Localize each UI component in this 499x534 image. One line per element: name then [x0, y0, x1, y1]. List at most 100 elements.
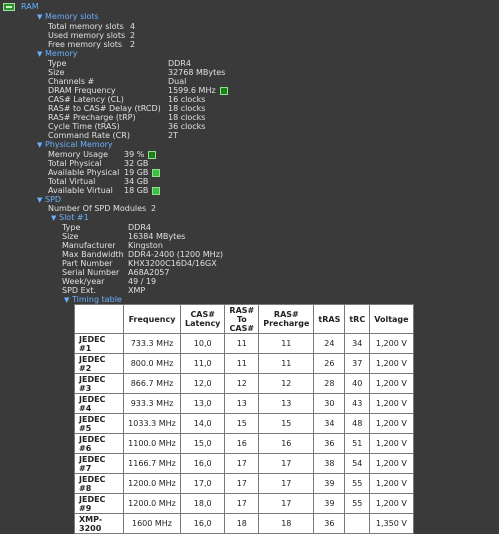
memory-slots-node[interactable]: Memory slots [45, 12, 99, 22]
table-cell: 10,0 [179, 333, 226, 354]
physical-memory-node[interactable]: Physical Memory [45, 140, 113, 150]
table-row: JEDEC #2 800.0 MHz 11,0 11 11 26 37 1,200 V [74, 353, 414, 374]
row-value: 2T [168, 131, 178, 140]
table-cell: 1,200 V [369, 333, 414, 354]
status-square-icon [148, 150, 157, 159]
table-cell: 16,0 [179, 513, 226, 534]
table-cell: 17 [224, 453, 260, 474]
table-row: JEDEC #6 1100.0 MHz 15,0 16 16 36 51 1,200 V [74, 433, 414, 454]
collapse-arrow-icon[interactable]: ▼ [37, 13, 42, 21]
table-cell: 37 [344, 353, 371, 374]
table-cell: 39 [313, 473, 346, 494]
status-square-icon [152, 168, 161, 177]
table-cell: 14,0 [179, 413, 226, 434]
available-virtual-row: Available Virtual 18 GB [0, 186, 499, 196]
row-value-text: 39 % [124, 150, 145, 159]
table-cell: 13,0 [179, 393, 226, 414]
table-cell: 24 [313, 333, 346, 354]
table-cell: 1,200 V [369, 413, 414, 434]
status-square-icon [219, 86, 228, 95]
table-cell: 1166.7 MHz [123, 453, 181, 474]
collapse-arrow-icon[interactable]: ▼ [64, 296, 69, 304]
table-cell: 28 [313, 373, 346, 394]
status-square-icon [152, 186, 161, 195]
row-value-text: 19 GB [124, 168, 149, 177]
row-value: XMP [128, 286, 146, 295]
profile-name-cell: JEDEC #4 [74, 393, 124, 414]
column-header [74, 304, 124, 334]
row-value: 18 GB [124, 186, 161, 196]
table-row: JEDEC #1 733.3 MHz 10,0 11 11 24 34 1,200 V [74, 333, 414, 354]
column-header: Frequency [123, 304, 181, 334]
table-cell: 34 [344, 333, 371, 354]
row-value: 2 [151, 204, 157, 213]
table-cell: 34 [313, 413, 346, 434]
row-value: 2 [130, 40, 136, 49]
table-cell: 38 [313, 453, 346, 474]
collapse-arrow-icon[interactable]: ▼ [51, 214, 56, 222]
table-cell: 1200.0 MHz [123, 493, 181, 514]
table-cell [344, 513, 371, 534]
ram-tree-view: RAM ▼ Memory slots Total memory slots 4 … [0, 0, 499, 534]
table-cell: 1,200 V [369, 473, 414, 494]
table-cell: 12,0 [179, 373, 226, 394]
table-cell: 17 [224, 493, 260, 514]
table-row: JEDEC #4 933.3 MHz 13,0 13 13 30 43 1,200 V [74, 393, 414, 414]
column-header: tRAS [313, 304, 346, 334]
collapse-arrow-icon[interactable]: ▼ [37, 196, 42, 204]
table-cell: 11 [258, 333, 315, 354]
profile-name-cell: JEDEC #9 [74, 493, 124, 514]
table-cell: 11,0 [179, 353, 226, 374]
table-row: JEDEC #8 1200.0 MHz 17,0 17 17 39 55 1,200 V [74, 473, 414, 494]
table-cell: 15,0 [179, 433, 226, 454]
table-cell: 40 [344, 373, 371, 394]
table-cell: 48 [344, 413, 371, 434]
table-cell: 30 [313, 393, 346, 414]
table-cell: 15 [258, 413, 315, 434]
slot-1-node[interactable]: Slot #1 [59, 213, 89, 223]
table-row: JEDEC #9 1200.0 MHz 18,0 17 17 39 55 1,200 V [74, 493, 414, 514]
table-cell: 11 [224, 333, 260, 354]
table-cell: 39 [313, 493, 346, 514]
table-cell: 1200.0 MHz [123, 473, 181, 494]
row-value-text: 1599.6 MHz [168, 86, 216, 95]
timing-body: JEDEC #1 733.3 MHz 10,0 11 11 24 34 1,200 V JEDE… [74, 333, 414, 534]
column-header: RAS# Precharge [258, 304, 315, 334]
table-cell: 55 [344, 493, 371, 514]
profile-name-cell: JEDEC #8 [74, 473, 124, 494]
table-cell: 12 [258, 373, 315, 394]
memory-node[interactable]: Memory [45, 49, 78, 59]
table-cell: 17 [258, 473, 315, 494]
table-row: JEDEC #7 1166.7 MHz 16,0 17 17 38 54 1,200 V [74, 453, 414, 474]
table-cell: 1100.0 MHz [123, 433, 181, 454]
table-cell: 12 [224, 373, 260, 394]
table-cell: 17 [258, 493, 315, 514]
table-cell: 55 [344, 473, 371, 494]
table-cell: 54 [344, 453, 371, 474]
table-cell: 16 [224, 433, 260, 454]
table-cell: 800.0 MHz [123, 353, 181, 374]
table-cell: 26 [313, 353, 346, 374]
table-cell: 1033.3 MHz [123, 413, 181, 434]
table-cell: 13 [258, 393, 315, 414]
table-cell: 1,200 V [369, 353, 414, 374]
table-cell: 933.3 MHz [123, 393, 181, 414]
table-cell: 17 [258, 453, 315, 474]
table-cell: 18,0 [179, 493, 226, 514]
ram-root-node[interactable]: RAM [21, 2, 39, 12]
row-value-text: 18 GB [124, 186, 149, 195]
ram-module-icon [3, 3, 15, 11]
table-cell: 36 [313, 513, 346, 534]
table-cell: 16 [258, 433, 315, 454]
collapse-arrow-icon[interactable]: ▼ [37, 50, 42, 58]
table-cell: 16,0 [179, 453, 226, 474]
collapse-arrow-icon[interactable]: ▼ [37, 141, 42, 149]
table-cell: 18 [224, 513, 260, 534]
timing-header-row: Frequency CAS# Latency RAS# To CAS# RAS#… [74, 304, 414, 334]
profile-name-cell: JEDEC #6 [74, 433, 124, 454]
table-row: JEDEC #3 866.7 MHz 12,0 12 12 28 40 1,200 V [74, 373, 414, 394]
table-cell: 866.7 MHz [123, 373, 181, 394]
profile-name-cell: JEDEC #7 [74, 453, 124, 474]
table-row: XMP-3200 1600 MHz 16,0 18 18 36 1,350 V [74, 513, 414, 534]
table-cell: 17,0 [179, 473, 226, 494]
